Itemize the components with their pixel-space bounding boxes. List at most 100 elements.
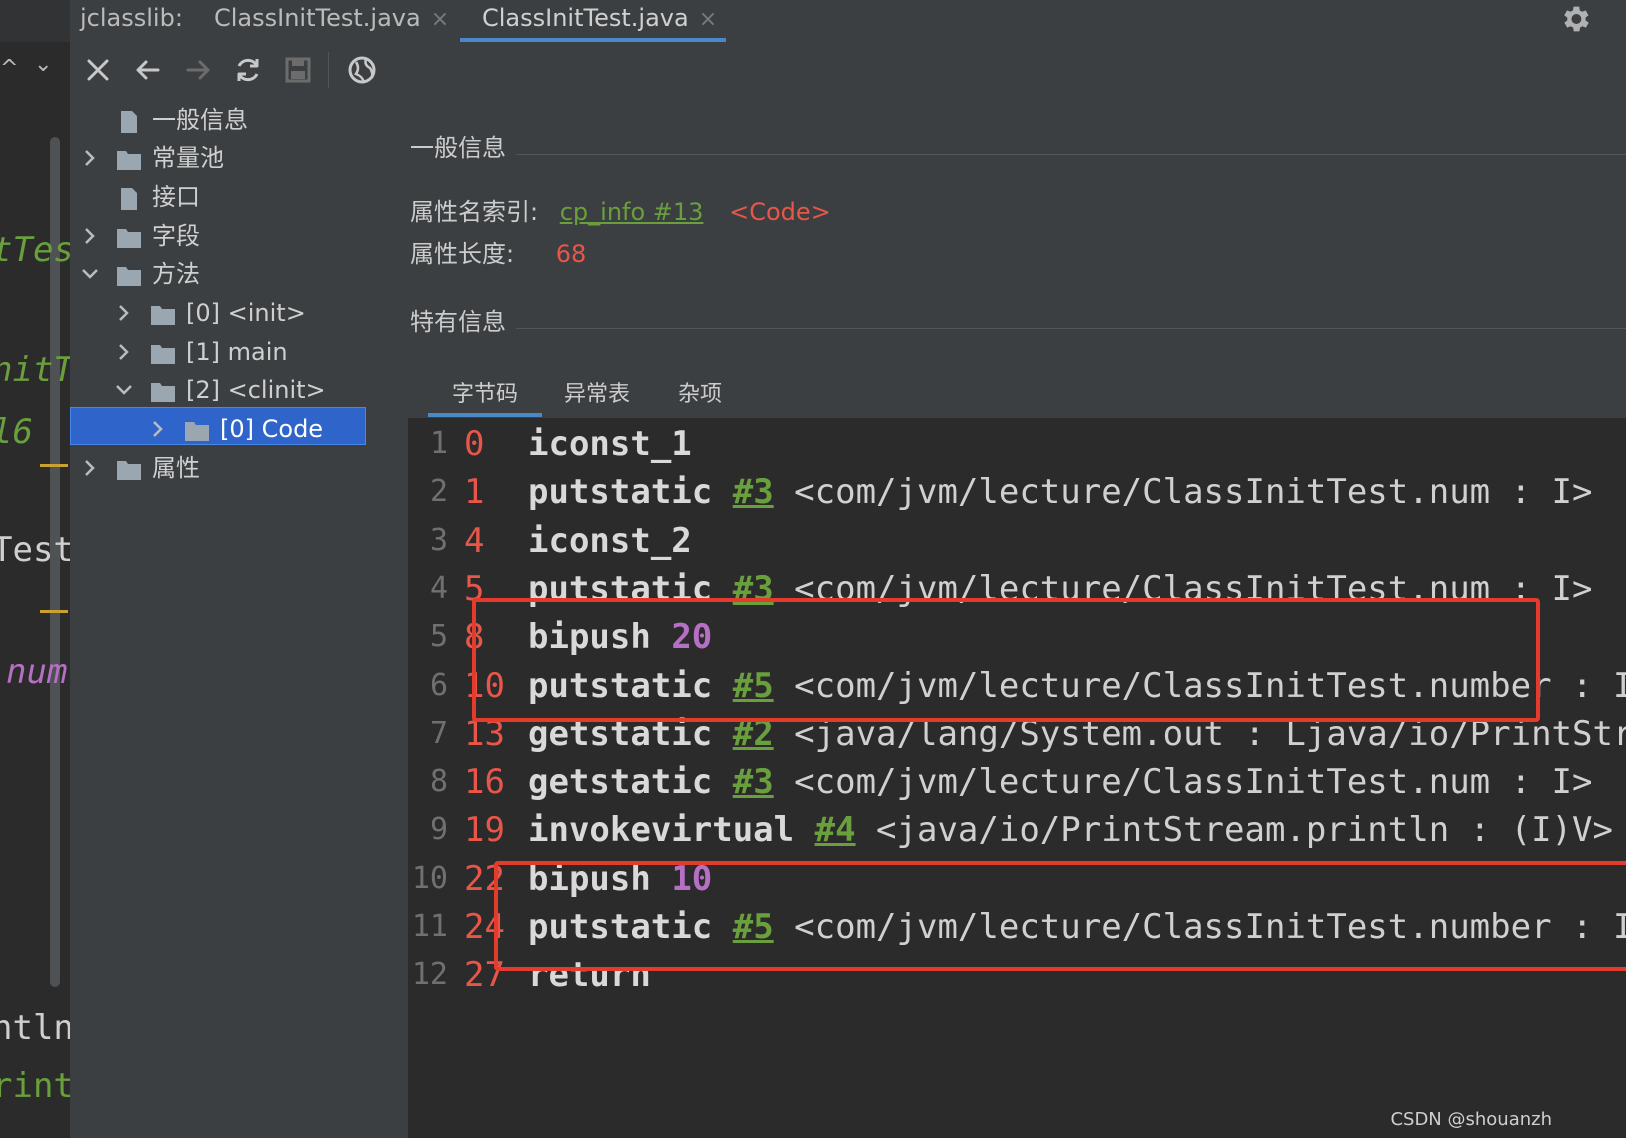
opcode: iconst_1	[528, 424, 692, 464]
tab-label: ClassInitTest.java	[214, 4, 421, 32]
line-number: 10	[411, 860, 448, 896]
tab-exception-table[interactable]: 异常表	[564, 376, 630, 408]
line-number: 3	[429, 522, 448, 558]
gear-icon[interactable]	[1558, 2, 1592, 36]
editor-marker	[40, 610, 68, 613]
code-fragment: Test	[0, 530, 70, 570]
chevron-right-icon[interactable]	[80, 218, 100, 254]
tree-node-label: 字段	[152, 222, 200, 250]
bytecode-offset: 0	[464, 424, 485, 464]
close-icon[interactable]	[78, 50, 118, 90]
line-number: 12	[411, 957, 448, 993]
highlight-box	[494, 861, 1626, 971]
refresh-icon[interactable]	[228, 50, 268, 90]
bytecode-text: invokevirtual #4 <java/io/PrintStream.pr…	[528, 806, 1613, 854]
code-fragment: ntln	[0, 1008, 70, 1048]
chevron-right-icon[interactable]	[114, 334, 134, 370]
nav-up-icon[interactable]: ^	[0, 56, 18, 81]
line-number: 2	[429, 474, 448, 510]
folder-icon	[184, 417, 210, 441]
close-tab-icon[interactable]: ×	[699, 7, 717, 32]
bytecode-text: putstatic #3 <com/jvm/lecture/ClassInitT…	[528, 468, 1592, 516]
folder-icon	[150, 340, 176, 364]
active-tab-indicator	[428, 413, 542, 417]
chevron-right-icon[interactable]	[80, 450, 100, 486]
tree-node-label: 一般信息	[152, 106, 248, 134]
tree-node-label: 属性	[152, 454, 200, 482]
tab-bar-gutter	[0, 0, 70, 42]
source-editor-strip: ^ ⌄ tTes nitT l6 Test num ntln rint	[0, 42, 70, 1138]
bytecode-offset: 4	[464, 520, 485, 561]
tree-node-label: [0] <init>	[186, 299, 306, 327]
member-descriptor: <com/jvm/lecture/ClassInitTest.num : I>	[794, 762, 1593, 803]
nav-down-icon[interactable]: ⌄	[34, 52, 52, 77]
folder-icon	[150, 301, 176, 325]
folder-icon	[150, 378, 176, 402]
cp-info-link[interactable]: cp_info #13	[560, 198, 704, 226]
folder-icon	[116, 146, 142, 170]
code-fragment: l6	[0, 412, 33, 452]
constant-pool-link[interactable]: #3	[733, 762, 774, 802]
web-icon[interactable]	[342, 50, 382, 90]
folder-icon	[116, 224, 142, 248]
bytecode-offset: 19	[464, 810, 505, 851]
tab-classinittest-source[interactable]: ClassInitTest.java ×	[214, 0, 449, 42]
tab-misc[interactable]: 杂项	[678, 376, 722, 408]
line-number: 1	[429, 426, 448, 461]
section-divider	[516, 154, 1626, 155]
save-icon[interactable]	[278, 50, 318, 90]
chevron-down-icon[interactable]	[80, 256, 100, 292]
line-number: 6	[429, 667, 448, 703]
line-number: 4	[429, 570, 448, 606]
bytecode-listing[interactable]: 1 0 iconst_1 2 1 putstatic #3 <com/jvm/lectur…	[408, 418, 1626, 1138]
back-icon[interactable]	[128, 50, 168, 90]
attr-name-index-label: 属性名索引:	[410, 198, 539, 226]
file-icon	[116, 185, 142, 210]
detail-pane: 一般信息 属性名索引: cp_info #13 <Code> 属性长度: 68 …	[408, 98, 1626, 1138]
section-divider	[516, 328, 1626, 329]
tree-node-label: [2] <clinit>	[186, 376, 326, 404]
close-tab-icon[interactable]: ×	[431, 7, 449, 32]
chevron-right-icon[interactable]	[80, 140, 100, 176]
bytecode-text: iconst_1	[528, 420, 692, 468]
editor-tab-bar: jclasslib: ClassInitTest.java × ClassInit…	[0, 0, 1626, 43]
bytecode-offset: 16	[464, 762, 505, 803]
attr-length-row: 属性长度: 68	[410, 234, 586, 269]
folder-icon	[116, 262, 142, 286]
member-descriptor: <com/jvm/lecture/ClassInitTest.num : I>	[794, 472, 1593, 513]
code-fragment: tTes	[0, 230, 70, 270]
line-number: 8	[429, 764, 448, 800]
tree-node-label: [1] main	[186, 338, 288, 366]
chevron-right-icon[interactable]	[148, 411, 168, 447]
tree-node-label: 常量池	[152, 144, 224, 172]
constant-pool-link[interactable]: #3	[733, 472, 774, 512]
opcode: getstatic	[528, 762, 713, 803]
code-fragment: nitT	[0, 350, 70, 390]
chevron-right-icon[interactable]	[114, 295, 134, 331]
bytecode-offset: 1	[464, 472, 485, 513]
tab-label: jclasslib:	[80, 4, 183, 32]
jclasslib-toolbar	[70, 42, 1626, 99]
editor-marker	[40, 464, 68, 467]
tab-classinittest-bytecode[interactable]: ClassInitTest.java ×	[460, 0, 726, 42]
attr-length-label: 属性长度:	[410, 240, 515, 268]
line-number: 9	[429, 812, 448, 848]
tab-jclasslib-prefix: jclasslib:	[80, 0, 183, 42]
bytecode-text: getstatic #3 <com/jvm/lecture/ClassInitT…	[528, 758, 1592, 806]
line-number: 5	[429, 619, 448, 655]
watermark: CSDN @shouanzh	[1390, 1109, 1552, 1130]
code-fragment: num	[6, 652, 68, 692]
tab-label: ClassInitTest.java	[482, 4, 689, 32]
tab-bytecode[interactable]: 字节码	[452, 376, 518, 408]
code-fragment: rint	[0, 1066, 70, 1106]
file-icon	[116, 108, 142, 133]
constant-pool-link[interactable]: #4	[815, 810, 856, 850]
member-descriptor: <java/io/PrintStream.println : (I)V>	[876, 810, 1613, 851]
tree-node-label: 方法	[152, 260, 200, 288]
chevron-down-icon[interactable]	[114, 372, 134, 408]
tree-node-label: 接口	[152, 183, 200, 211]
forward-icon[interactable]	[178, 50, 218, 90]
line-number: 7	[429, 715, 448, 751]
line-number: 11	[411, 909, 448, 944]
opcode: iconst_2	[528, 520, 692, 561]
